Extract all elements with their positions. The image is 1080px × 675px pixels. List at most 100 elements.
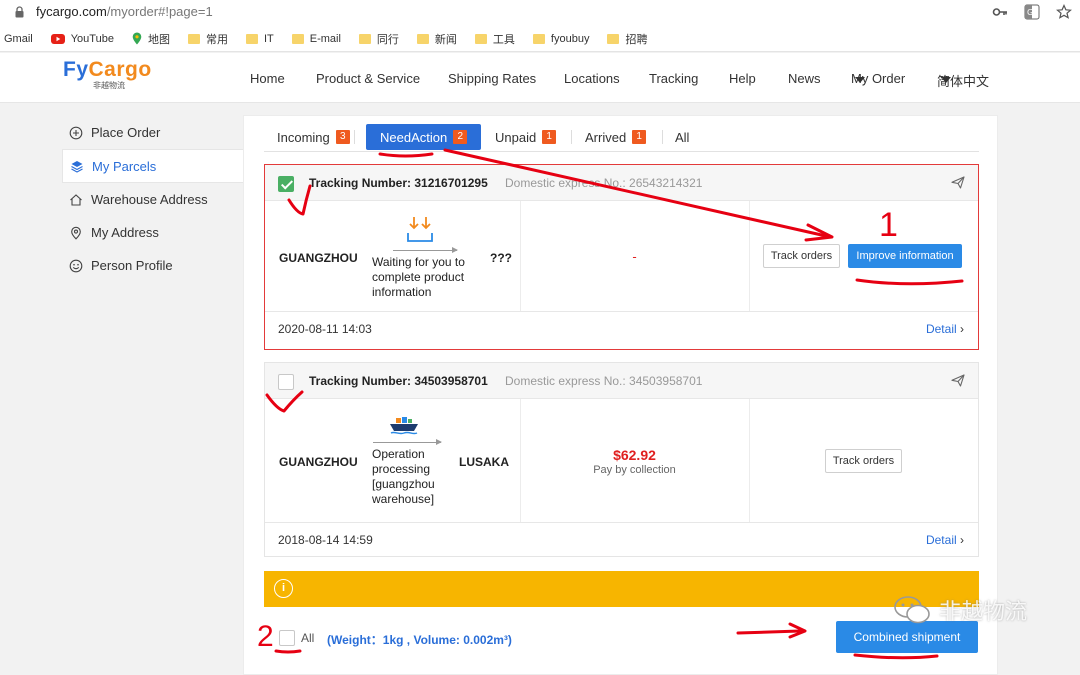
- payment-note: Pay by collection: [593, 464, 676, 476]
- bookmark-label: 工具: [492, 33, 515, 46]
- url-host: fycargo.com: [36, 4, 107, 19]
- order-amount: -: [632, 249, 637, 264]
- folder-icon: [532, 33, 545, 44]
- nav-news[interactable]: News: [788, 71, 821, 86]
- detail-label: Detail: [925, 322, 957, 336]
- bookmark-folder[interactable]: 工具: [474, 31, 515, 47]
- sidebar-item-place-order[interactable]: Place Order: [62, 116, 244, 149]
- info-icon: i: [274, 579, 293, 598]
- layers-icon: [71, 161, 83, 173]
- maps-icon: [132, 32, 142, 45]
- chevron-right-icon: ›: [960, 533, 964, 547]
- bookmarks-bar: Gmail YouTube 地图 常用 IT E-mail 同行 新闻 工具 f…: [0, 26, 1080, 52]
- translate-icon[interactable]: G: [1024, 4, 1040, 20]
- bookmark-folder[interactable]: IT: [245, 32, 274, 45]
- origin-city: GUANGZHOU: [279, 251, 358, 265]
- sidebar-item-person-profile[interactable]: Person Profile: [62, 249, 244, 282]
- track-orders-button[interactable]: Track orders: [825, 449, 902, 473]
- tab-all[interactable]: All: [675, 124, 689, 150]
- star-icon[interactable]: [1056, 4, 1072, 20]
- wechat-icon: [894, 596, 930, 624]
- bookmark-label: IT: [263, 32, 274, 45]
- bookmark-label: 新闻: [434, 33, 457, 46]
- bookmark-folder[interactable]: E-mail: [291, 33, 341, 45]
- parcel-status-tabs: Incoming 3 NeedAction 2 Unpaid 1 Arrived 1 A…: [244, 124, 997, 150]
- folder-icon: [245, 33, 258, 44]
- send-icon[interactable]: [951, 176, 965, 189]
- nav-language[interactable]: 简体中文: [937, 71, 989, 89]
- url-path: /myorder#!page=1: [106, 4, 213, 19]
- key-icon[interactable]: [992, 5, 1008, 19]
- count-badge: 1: [632, 130, 647, 144]
- sidebar-item-label: Person Profile: [91, 258, 173, 273]
- sidebar-item-label: Place Order: [91, 125, 161, 140]
- order-card-footer: 2020-08-11 14:03 Detail ›: [265, 312, 978, 346]
- bookmark-folder[interactable]: 同行: [358, 31, 399, 47]
- sidebar-item-label: My Parcels: [92, 158, 157, 174]
- detail-link[interactable]: Detail ›: [926, 322, 964, 336]
- bookmark-label: 招聘: [625, 33, 648, 46]
- destination-city: LUSAKA: [459, 455, 509, 469]
- destination-city: ???: [490, 251, 512, 265]
- nav-my-order[interactable]: My Order: [851, 71, 905, 86]
- nav-locations[interactable]: Locations: [564, 71, 620, 86]
- order-status-text: Waiting for you to complete product info…: [372, 255, 465, 299]
- bookmark-folder[interactable]: 常用: [187, 31, 228, 47]
- chevron-right-icon: ›: [960, 322, 964, 336]
- nav-home[interactable]: Home: [250, 71, 285, 86]
- tab-unpaid[interactable]: Unpaid 1: [495, 124, 557, 150]
- bookmark-gmail[interactable]: Gmail: [4, 33, 33, 45]
- bookmark-label: 同行: [376, 33, 399, 46]
- logo-fy: Fy: [63, 58, 89, 81]
- bookmark-label: 常用: [205, 33, 228, 46]
- order-checkbox[interactable]: [278, 374, 294, 390]
- cargo-ship-icon: [390, 417, 418, 435]
- wechat-watermark: 非越物流: [893, 594, 1027, 626]
- url-text[interactable]: fycargo.com/myorder#!page=1: [36, 4, 213, 19]
- track-orders-button[interactable]: Track orders: [763, 244, 840, 268]
- smiley-icon: [69, 259, 83, 272]
- order-card-body: GUANGZHOU Operation processing [guangzho…: [265, 399, 978, 523]
- select-all-label: All: [301, 631, 315, 645]
- order-date: 2018-08-14 14:59: [278, 533, 373, 547]
- detail-label: Detail: [925, 533, 957, 547]
- detail-link[interactable]: Detail ›: [926, 533, 964, 547]
- tab-label: NeedAction: [380, 129, 448, 145]
- bookmark-folder[interactable]: fyoubuy: [532, 33, 589, 45]
- select-all-checkbox[interactable]: [279, 630, 295, 646]
- tab-incoming[interactable]: Incoming 3: [277, 124, 350, 150]
- folder-icon: [291, 33, 304, 44]
- tab-arrived[interactable]: Arrived 1: [585, 124, 647, 150]
- bookmark-label: YouTube: [70, 32, 114, 45]
- order-card: Tracking Number: 34503958701 Domestic ex…: [264, 362, 979, 557]
- bookmark-folder[interactable]: 新闻: [416, 31, 457, 47]
- sidebar-item-my-address[interactable]: My Address: [62, 216, 244, 249]
- bookmark-label: Gmail: [4, 32, 33, 45]
- fycargo-logo[interactable]: FyCargo 非越物流: [63, 58, 152, 91]
- folder-icon: [187, 33, 200, 44]
- order-card-body: GUANGZHOU Waiting for you to complete pr…: [265, 201, 978, 312]
- nav-product-service[interactable]: Product & Service: [316, 71, 420, 86]
- tab-label: Arrived: [585, 129, 627, 145]
- improve-information-button[interactable]: Improve information: [848, 244, 962, 268]
- folder-icon: [358, 33, 371, 44]
- order-status-text: Operation processing [guangzhou warehous…: [372, 447, 435, 506]
- my-parcels-panel: Incoming 3 NeedAction 2 Unpaid 1 Arrived 1 A…: [243, 115, 998, 675]
- bookmark-folder[interactable]: 招聘: [607, 31, 647, 47]
- count-badge: 3: [335, 130, 350, 144]
- bookmark-maps[interactable]: 地图: [132, 31, 170, 47]
- nav-shipping-rates[interactable]: Shipping Rates: [448, 71, 536, 86]
- home-icon: [70, 193, 82, 206]
- warehouse-arrow-icon: [407, 217, 433, 242]
- origin-city: GUANGZHOU: [279, 455, 358, 469]
- bookmark-youtube[interactable]: YouTube: [50, 32, 114, 45]
- tab-needaction[interactable]: NeedAction 2: [366, 124, 482, 150]
- sidebar-item-warehouse-address[interactable]: Warehouse Address: [62, 183, 244, 216]
- nav-help[interactable]: Help: [729, 71, 756, 86]
- count-badge: 2: [453, 130, 468, 144]
- nav-tracking[interactable]: Tracking: [649, 71, 698, 86]
- send-icon[interactable]: [951, 374, 965, 387]
- order-checkbox[interactable]: [278, 176, 294, 192]
- sidebar-item-my-parcels[interactable]: My Parcels: [62, 149, 244, 183]
- weight-volume-summary: (Weight：1kg , Volume: 0.002m³): [327, 633, 512, 647]
